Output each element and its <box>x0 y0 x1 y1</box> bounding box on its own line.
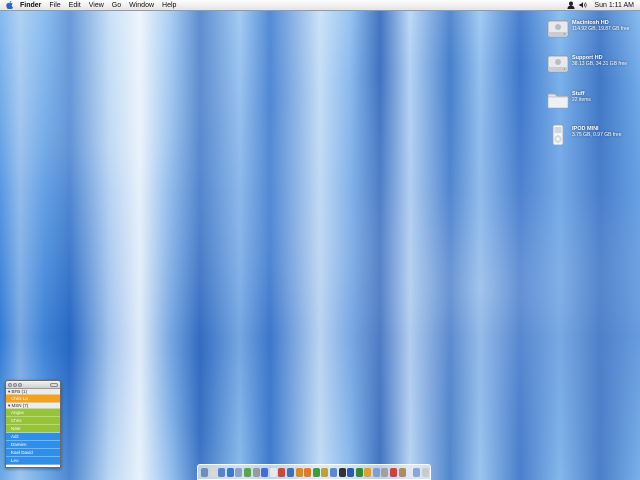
desktop-icon-detail: 22 items <box>572 97 591 103</box>
dock-trash-icon[interactable] <box>421 467 429 477</box>
buddy-row[interactable]: Angus <box>6 409 60 417</box>
menu-go[interactable]: Go <box>112 0 121 11</box>
dock-transmit-icon[interactable] <box>321 467 329 477</box>
dock-word-icon[interactable] <box>347 467 355 477</box>
menu-help[interactable]: Help <box>162 0 176 11</box>
buddy-row[interactable]: Chris <box>6 417 60 425</box>
dock-firefox-icon[interactable] <box>304 467 312 477</box>
hard-drive-icon <box>547 53 569 75</box>
close-button[interactable] <box>8 382 12 387</box>
desktop-icon-support-hd[interactable]: Support HD 38.13 GB, 34.31 GB free <box>547 53 627 75</box>
toolbar-toggle-button[interactable] <box>50 382 58 387</box>
dock-finder-icon[interactable] <box>201 467 208 477</box>
dock-excel-icon[interactable] <box>355 467 363 477</box>
dock-xcode-icon[interactable] <box>329 467 337 477</box>
apple-menu-icon[interactable] <box>5 1 13 9</box>
menu-window[interactable]: Window <box>129 0 154 11</box>
dock-adium-icon[interactable] <box>243 467 251 477</box>
menu-view[interactable]: View <box>89 0 104 11</box>
hard-drive-icon <box>547 18 569 40</box>
buddy-row[interactable]: Adz <box>6 433 60 441</box>
desktop-icon-stuff[interactable]: Stuff 22 items <box>547 89 591 111</box>
desktop-wallpaper <box>0 0 640 480</box>
dock-textedit-icon[interactable] <box>269 467 277 477</box>
window-titlebar[interactable] <box>6 381 60 389</box>
dock-preview-icon[interactable] <box>278 467 286 477</box>
menu-edit[interactable]: Edit <box>69 0 81 11</box>
dock-photoshop-icon[interactable] <box>286 467 294 477</box>
dock-ichat-icon[interactable] <box>235 467 243 477</box>
desktop-icon-macintosh-hd[interactable]: Macintosh HD 114.92 GB, 19.87 GB free <box>547 18 629 40</box>
dock-calendar-icon[interactable] <box>390 467 398 477</box>
folder-icon <box>547 89 569 111</box>
buddy-row[interactable]: Chris Lo <box>6 395 60 403</box>
buddy-row[interactable]: Damien <box>6 441 60 449</box>
dock-folder-icon[interactable] <box>413 467 421 477</box>
menu-clock[interactable]: Sun 1:11 AM <box>594 0 634 11</box>
buddy-list-window: ▾ BFB (1) Chris Lo ▾ MSN (7) Angus Chris… <box>5 380 61 468</box>
menu-bar: Finder File Edit View Go Window Help Sun… <box>0 0 640 11</box>
menu-file[interactable]: File <box>49 0 60 11</box>
desktop-icon-detail: 114.92 GB, 19.87 GB free <box>572 26 630 32</box>
buddy-row[interactable]: Leo <box>6 457 60 465</box>
buddy-row[interactable]: Nate <box>6 425 60 433</box>
dock-system-preferences-icon[interactable] <box>381 467 389 477</box>
user-icon[interactable] <box>567 1 575 9</box>
dock-illustrator-icon[interactable] <box>295 467 303 477</box>
dock-terminal-icon[interactable] <box>338 467 346 477</box>
dock-mail-icon[interactable] <box>218 467 226 477</box>
dock-azureus-icon[interactable] <box>312 467 320 477</box>
desktop-icon-detail: 3.75 GB, 0.97 GB free <box>572 132 622 138</box>
dock-itunes-icon[interactable] <box>261 467 269 477</box>
ipod-icon <box>547 124 569 146</box>
minimize-button[interactable] <box>13 382 17 387</box>
dock-dashboard-icon[interactable] <box>209 467 217 477</box>
volume-icon[interactable] <box>579 1 587 9</box>
zoom-button[interactable] <box>18 382 22 387</box>
buddy-row[interactable]: Kael David <box>6 449 60 457</box>
dock-address-book-icon[interactable] <box>398 467 406 477</box>
dock <box>197 464 431 480</box>
desktop-icon-detail: 38.13 GB, 34.31 GB free <box>572 61 628 67</box>
menu-finder[interactable]: Finder <box>20 0 41 11</box>
dock-quicktime-icon[interactable] <box>372 467 380 477</box>
dock-calculator-icon[interactable] <box>252 467 260 477</box>
dock-safari-icon[interactable] <box>226 467 234 477</box>
desktop-icon-ipod-mini[interactable]: IPOD MINI 3.75 GB, 0.97 GB free <box>547 124 621 146</box>
dock-keynote-icon[interactable] <box>364 467 372 477</box>
